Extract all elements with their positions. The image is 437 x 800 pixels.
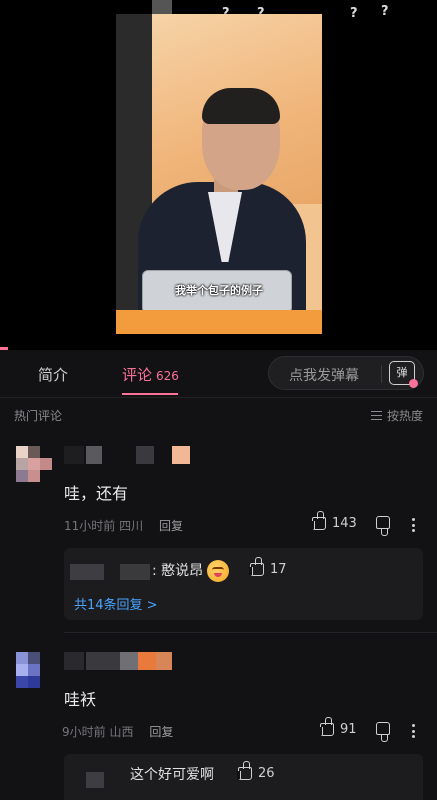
- comment-location: 四川: [119, 519, 144, 533]
- username-blurred[interactable]: [64, 652, 184, 670]
- divider: [381, 365, 382, 383]
- dislike-button[interactable]: [376, 722, 390, 742]
- sort-icon: [370, 411, 382, 420]
- sort-label: 按热度: [386, 409, 423, 423]
- username-blurred: [70, 564, 104, 580]
- comment-item: 哇，还有 11小时前 四川 回复 143 : 憨说昂 17 共14条回复 >: [0, 432, 437, 632]
- comment-list: 哇，还有 11小时前 四川 回复 143 : 憨说昂 17 共14条回复 > 哇…: [0, 432, 437, 800]
- comment-time: 9小时前: [62, 725, 106, 739]
- thumbs-up-icon: [237, 761, 252, 780]
- emoji-icon: [207, 560, 230, 582]
- sort-button[interactable]: 按热度: [370, 407, 423, 424]
- reply-like-count: 17: [270, 562, 287, 577]
- more-options-icon[interactable]: [411, 518, 415, 532]
- tab-comments-label: 评论: [122, 366, 153, 384]
- reply-preview[interactable]: : 憨说昂 17 共14条回复 >: [64, 548, 423, 620]
- comment-location: 山西: [109, 725, 134, 739]
- tab-intro[interactable]: 简介: [38, 364, 68, 385]
- danmaku-mark: ?: [381, 4, 389, 19]
- view-replies-link[interactable]: 共14条回复 >: [74, 594, 158, 613]
- username-blurred: [86, 772, 104, 788]
- divider: [64, 632, 437, 633]
- thumbs-up-icon: [311, 511, 326, 530]
- comment-item: 哇袄 9小时前 山西 回复 91 这个好可爱啊 26: [0, 638, 437, 800]
- comment-count: 626: [156, 369, 179, 383]
- avatar[interactable]: [16, 652, 52, 688]
- comments-header: 热门评论 按热度: [0, 398, 437, 432]
- comment-text: 哇，还有: [64, 484, 129, 503]
- like-button[interactable]: 91: [319, 717, 357, 737]
- video-player[interactable]: ? ? ? ? ? 我举个包子的例子: [0, 0, 437, 350]
- reply-button[interactable]: 回复: [149, 725, 173, 739]
- dislike-button[interactable]: [376, 516, 390, 536]
- comment-meta: 9小时前 山西 回复: [62, 723, 173, 740]
- thumbs-down-icon: [376, 722, 390, 742]
- like-button[interactable]: 143: [311, 511, 357, 531]
- comment-time: 11小时前: [64, 519, 116, 533]
- thumbs-up-icon: [249, 557, 264, 576]
- tab-comments[interactable]: 评论 626: [122, 364, 179, 385]
- comment-meta: 11小时前 四川 回复: [64, 517, 183, 534]
- reply-content: 这个好可爱啊: [130, 767, 214, 783]
- tab-bar: 简介 评论 626 点我发弹幕 弹: [0, 350, 437, 398]
- thumbs-down-icon: [376, 516, 390, 536]
- video-subtitle: 我举个包子的例子: [175, 284, 263, 297]
- video-background: [116, 310, 322, 334]
- danmaku-mark: ?: [350, 6, 358, 21]
- video-frame: 我举个包子的例子: [116, 14, 322, 334]
- reply-like-button[interactable]: 17: [249, 557, 287, 577]
- reply-button[interactable]: 回复: [159, 519, 183, 533]
- reply-content: 憨说昂: [161, 563, 204, 579]
- danmu-placeholder: 点我发弹幕: [289, 368, 359, 384]
- like-count: 143: [332, 516, 357, 531]
- hot-comments-title: 热门评论: [14, 409, 63, 423]
- reply-like-count: 26: [258, 766, 275, 781]
- reply-preview[interactable]: 这个好可爱啊 26: [64, 754, 423, 800]
- reply-text: : 憨说昂: [152, 560, 230, 582]
- danmu-input[interactable]: 点我发弹幕 弹: [268, 356, 424, 390]
- thumbs-up-icon: [319, 717, 334, 736]
- username-blurred: [120, 564, 150, 580]
- more-options-icon[interactable]: [411, 724, 415, 738]
- avatar[interactable]: [16, 446, 52, 482]
- username-blurred[interactable]: [64, 446, 194, 464]
- danmu-toggle-icon[interactable]: 弹: [389, 361, 418, 388]
- active-tab-indicator: [122, 393, 178, 395]
- reply-like-button[interactable]: 26: [237, 761, 275, 781]
- comment-text: 哇袄: [64, 690, 97, 709]
- like-count: 91: [340, 722, 357, 737]
- speaker-figure: [202, 88, 280, 124]
